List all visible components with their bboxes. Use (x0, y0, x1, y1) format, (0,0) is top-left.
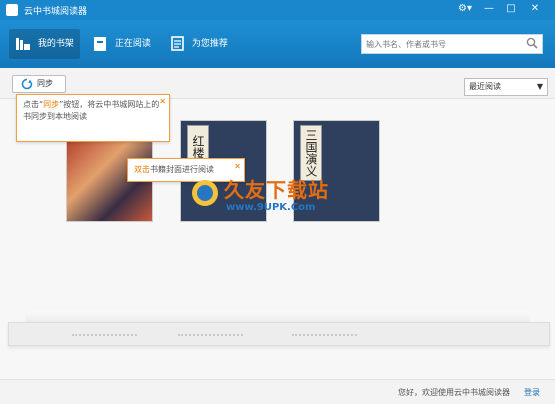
status-message: 您好，欢迎使用云中书城阅读器 (398, 388, 510, 397)
search-icon[interactable] (526, 37, 538, 49)
sync-button[interactable]: 同步 (12, 75, 66, 93)
watermark-name: 久友下载站 (224, 178, 329, 202)
nav-recommend[interactable]: 为您推荐 (163, 29, 234, 59)
chevron-down-icon: ▼ (536, 82, 543, 91)
recommend-icon (171, 35, 184, 51)
minimize-button[interactable]: — (480, 2, 498, 16)
search-box (361, 34, 543, 54)
nav-label: 我的书架 (37, 39, 74, 49)
search-input[interactable] (362, 35, 518, 53)
book-icon (94, 36, 106, 51)
main-nav: 我的书架 正在阅读 为您推荐 (0, 20, 555, 68)
maximize-button[interactable]: □ (502, 2, 520, 16)
status-bar: 您好，欢迎使用云中书城阅读器 登录 (0, 379, 555, 404)
sort-select[interactable]: 最近阅读 ▼ (464, 78, 548, 96)
sync-icon (21, 78, 33, 90)
window-title: 云中书城阅读器 (24, 7, 88, 17)
nav-reading[interactable]: 正在阅读 (86, 29, 157, 59)
shelf-dots (72, 334, 137, 339)
tip-highlight: 同步 (43, 100, 60, 109)
sync-tooltip: 点击“同步”按钮，将云中书城网站上的书同步到本地阅读 ✕ (16, 94, 170, 142)
close-button[interactable]: ✕ (526, 2, 544, 16)
title-bar: 云中书城阅读器 ⚙▾ — □ ✕ (0, 0, 555, 20)
nav-label: 为您推荐 (191, 39, 228, 49)
shelf-dots (178, 334, 243, 339)
nav-label: 正在阅读 (114, 39, 151, 49)
bookshelf-icon (16, 37, 30, 50)
nav-my-bookshelf[interactable]: 我的书架 (9, 29, 80, 59)
tip-highlight: 双击 (134, 165, 150, 174)
login-link[interactable]: 登录 (524, 387, 540, 398)
shelf-dots (292, 334, 357, 339)
tip-text: 点击“ (23, 100, 44, 109)
watermark-url: www.9UPK.Com (226, 202, 316, 213)
settings-menu-button[interactable]: ⚙▾ (456, 2, 474, 16)
close-icon[interactable]: ✕ (159, 96, 166, 108)
app-logo-icon (6, 4, 18, 16)
watermark-logo-icon (192, 180, 218, 206)
watermark: 久友下载站 www.9UPK.Com (190, 172, 360, 220)
sort-value: 最近阅读 (469, 82, 501, 91)
sync-label: 同步 (37, 79, 53, 88)
